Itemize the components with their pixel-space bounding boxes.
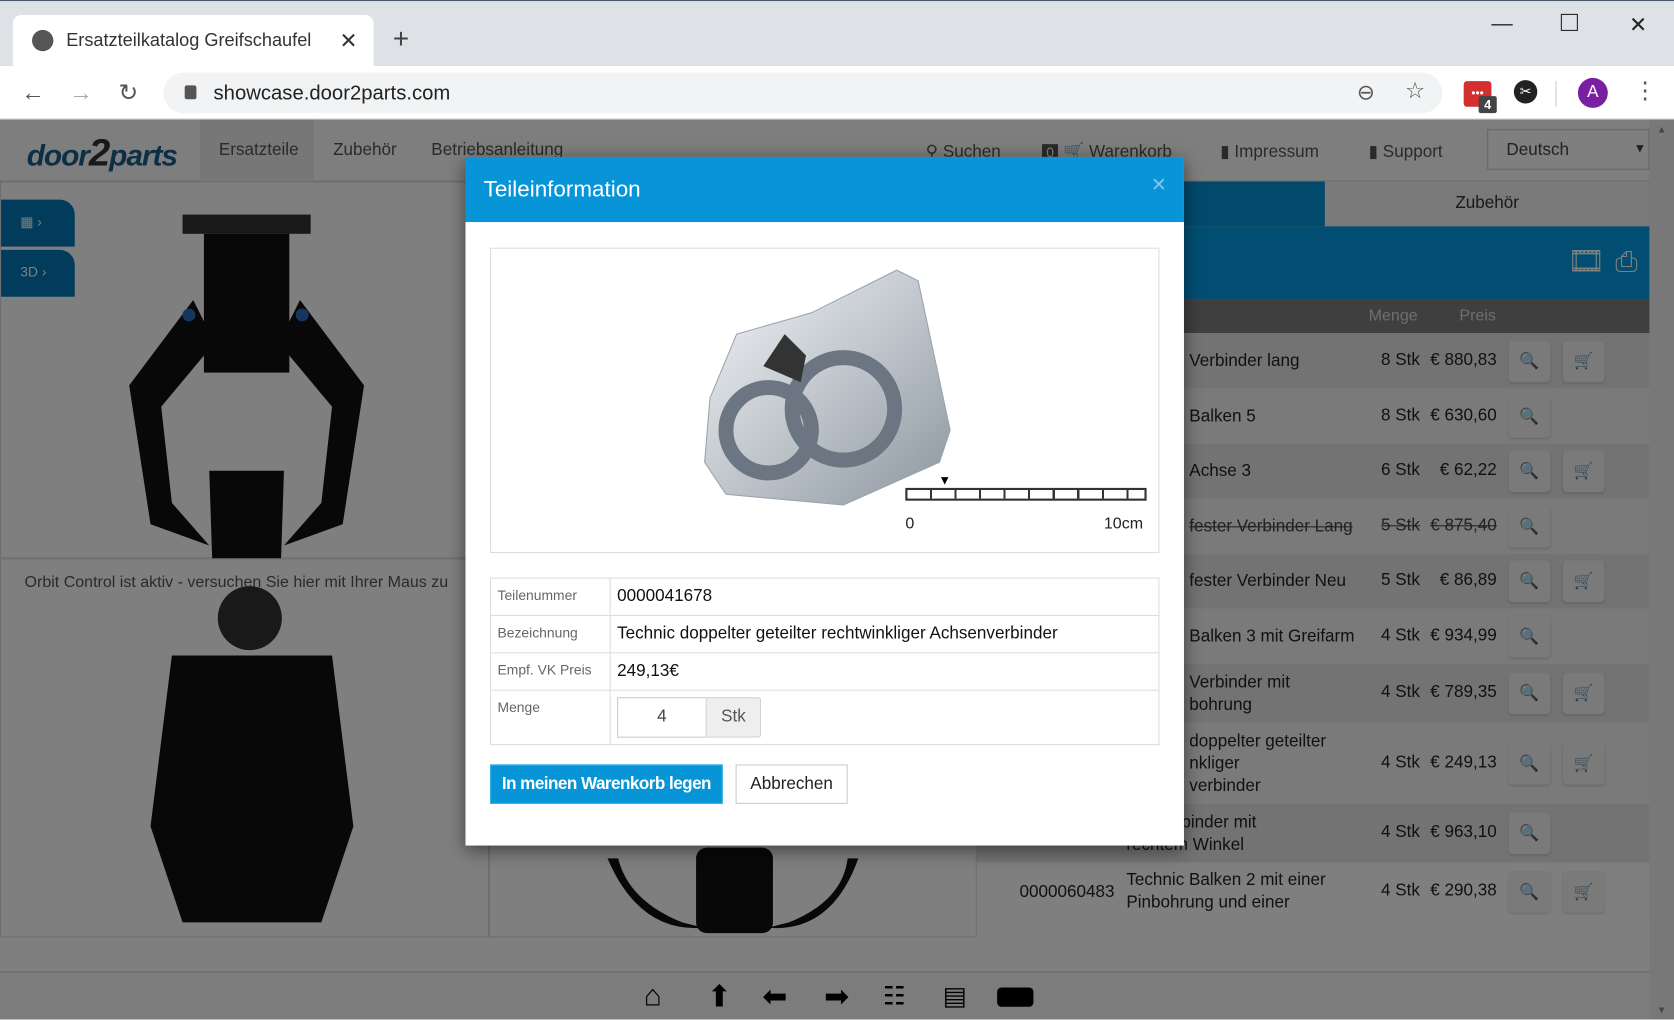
browser-window: Ersatzteilkatalog Greifschaufel ✕ + — ✕ … (0, 0, 1674, 1020)
divider (1555, 81, 1557, 107)
modal-header: Teileinformation ✕ (465, 156, 1184, 223)
scale-start: 0 (905, 514, 915, 533)
quantity-unit: Stk (706, 697, 762, 738)
scale-end: 10cm (1103, 514, 1144, 533)
part-render (704, 269, 951, 506)
browser-toolbar: ← → ↻ showcase.door2parts.com ⊖ ☆ (0, 66, 1674, 120)
globe-icon (32, 29, 54, 52)
modal-title: Teileinformation (483, 177, 641, 202)
label-part-number: Teilenummer (490, 577, 611, 617)
part-info-modal: Teileinformation ✕ ▼ 0 10cm Teilenummer 0… (465, 156, 1184, 846)
part-number: 0000041678 (609, 577, 1160, 617)
lock-icon (184, 85, 197, 100)
tab-title: Ersatzteilkatalog Greifschaufel (66, 29, 312, 51)
quantity-input[interactable] (617, 697, 707, 738)
forward-icon[interactable]: → (69, 79, 92, 107)
scale-marker-icon: ▼ (938, 472, 952, 488)
quantity-group: Stk (617, 697, 762, 738)
close-window-button[interactable]: ✕ (1629, 12, 1647, 39)
info-row: Empf. VK Preis 249,13€ (490, 652, 1160, 691)
label-quantity: Menge (490, 689, 611, 746)
address-bar[interactable]: showcase.door2parts.com ⊖ ☆ (163, 72, 1443, 114)
menu-icon[interactable]: ⋮ (1633, 77, 1656, 105)
close-icon[interactable]: ✕ (1151, 174, 1167, 196)
quantity-cell: Stk (609, 689, 1160, 746)
part-info-table: Teilenummer 0000041678 Bezeichnung Technic… (490, 577, 1160, 746)
zoom-out-icon[interactable]: ⊖ (1357, 79, 1375, 106)
info-row: Bezeichnung Technic doppelter geteilter r… (490, 614, 1160, 654)
label-designation: Bezeichnung (490, 614, 611, 654)
maximize-button[interactable] (1560, 13, 1578, 31)
price: 249,13€ (609, 652, 1160, 691)
extension-badge: 4 (1478, 96, 1497, 114)
scissors-extension-icon[interactable]: ✂ (1513, 80, 1538, 104)
reload-icon[interactable]: ↻ (119, 79, 139, 107)
star-icon[interactable]: ☆ (1405, 78, 1425, 105)
part-image: ▼ 0 10cm (490, 247, 1160, 554)
scale-bar (905, 487, 1147, 501)
tab-strip: Ersatzteilkatalog Greifschaufel ✕ + — ✕ (0, 0, 1674, 68)
designation: Technic doppelter geteilter rechtwinklig… (609, 614, 1160, 654)
browser-tab[interactable]: Ersatzteilkatalog Greifschaufel ✕ (12, 14, 374, 68)
info-row: Teilenummer 0000041678 (490, 577, 1160, 617)
minimize-button[interactable]: — (1491, 12, 1512, 37)
new-tab-button[interactable]: + (393, 22, 409, 55)
add-to-cart-button[interactable]: In meinen Warenkorb legen (490, 764, 723, 804)
close-tab-icon[interactable]: ✕ (339, 28, 357, 55)
back-icon[interactable]: ← (21, 79, 44, 107)
info-row: Menge Stk (490, 689, 1160, 746)
avatar[interactable]: A (1577, 77, 1608, 108)
cancel-button[interactable]: Abbrechen (735, 764, 848, 804)
url-text: showcase.door2parts.com (213, 82, 451, 105)
label-price: Empf. VK Preis (490, 652, 611, 691)
